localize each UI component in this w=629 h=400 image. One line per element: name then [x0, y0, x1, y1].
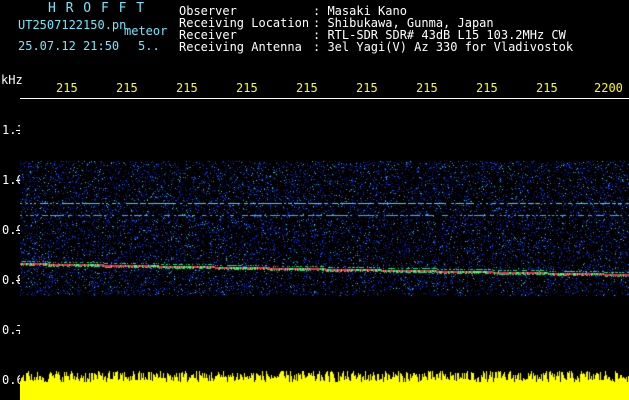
time-label-2: 215 [116, 81, 138, 95]
y-tick-0.9 [16, 230, 20, 231]
signal-level-strip [20, 369, 629, 400]
datetime-stamp: 25.07.12 21:50 [18, 39, 120, 53]
time-label-9: 215 [536, 81, 558, 95]
meteor-count: 5.. [138, 39, 160, 53]
spectrogram-canvas [20, 99, 629, 369]
y-tick-1.1 [16, 130, 20, 131]
meteor-label: meteor [124, 24, 168, 38]
time-label-6: 215 [356, 81, 378, 95]
hrofft-screen: H R O F F T UT2507122150.pn meteor 25.07… [0, 0, 629, 400]
antenna-label: Receiving Antenna [179, 40, 302, 54]
axis-unit-label: kHz [1, 73, 23, 87]
y-tick-0.7 [16, 330, 20, 331]
time-label-4: 215 [236, 81, 258, 95]
image-filename: UT2507122150.pn [18, 18, 127, 32]
program-name: H R O F F T [48, 1, 146, 16]
signal-level-canvas [20, 369, 629, 400]
time-label-1: 215 [56, 81, 78, 95]
y-tick-0.8 [16, 280, 20, 281]
time-label-8: 215 [476, 81, 498, 95]
time-label-10: 2200 [594, 81, 623, 95]
time-label-3: 215 [176, 81, 198, 95]
time-label-5: 215 [296, 81, 318, 95]
time-label-7: 215 [416, 81, 438, 95]
antenna-value: : 3el Yagi(V) Az 330 for Vladivostok [313, 40, 574, 54]
y-tick-1.0 [16, 180, 20, 181]
spectrogram [20, 99, 629, 369]
